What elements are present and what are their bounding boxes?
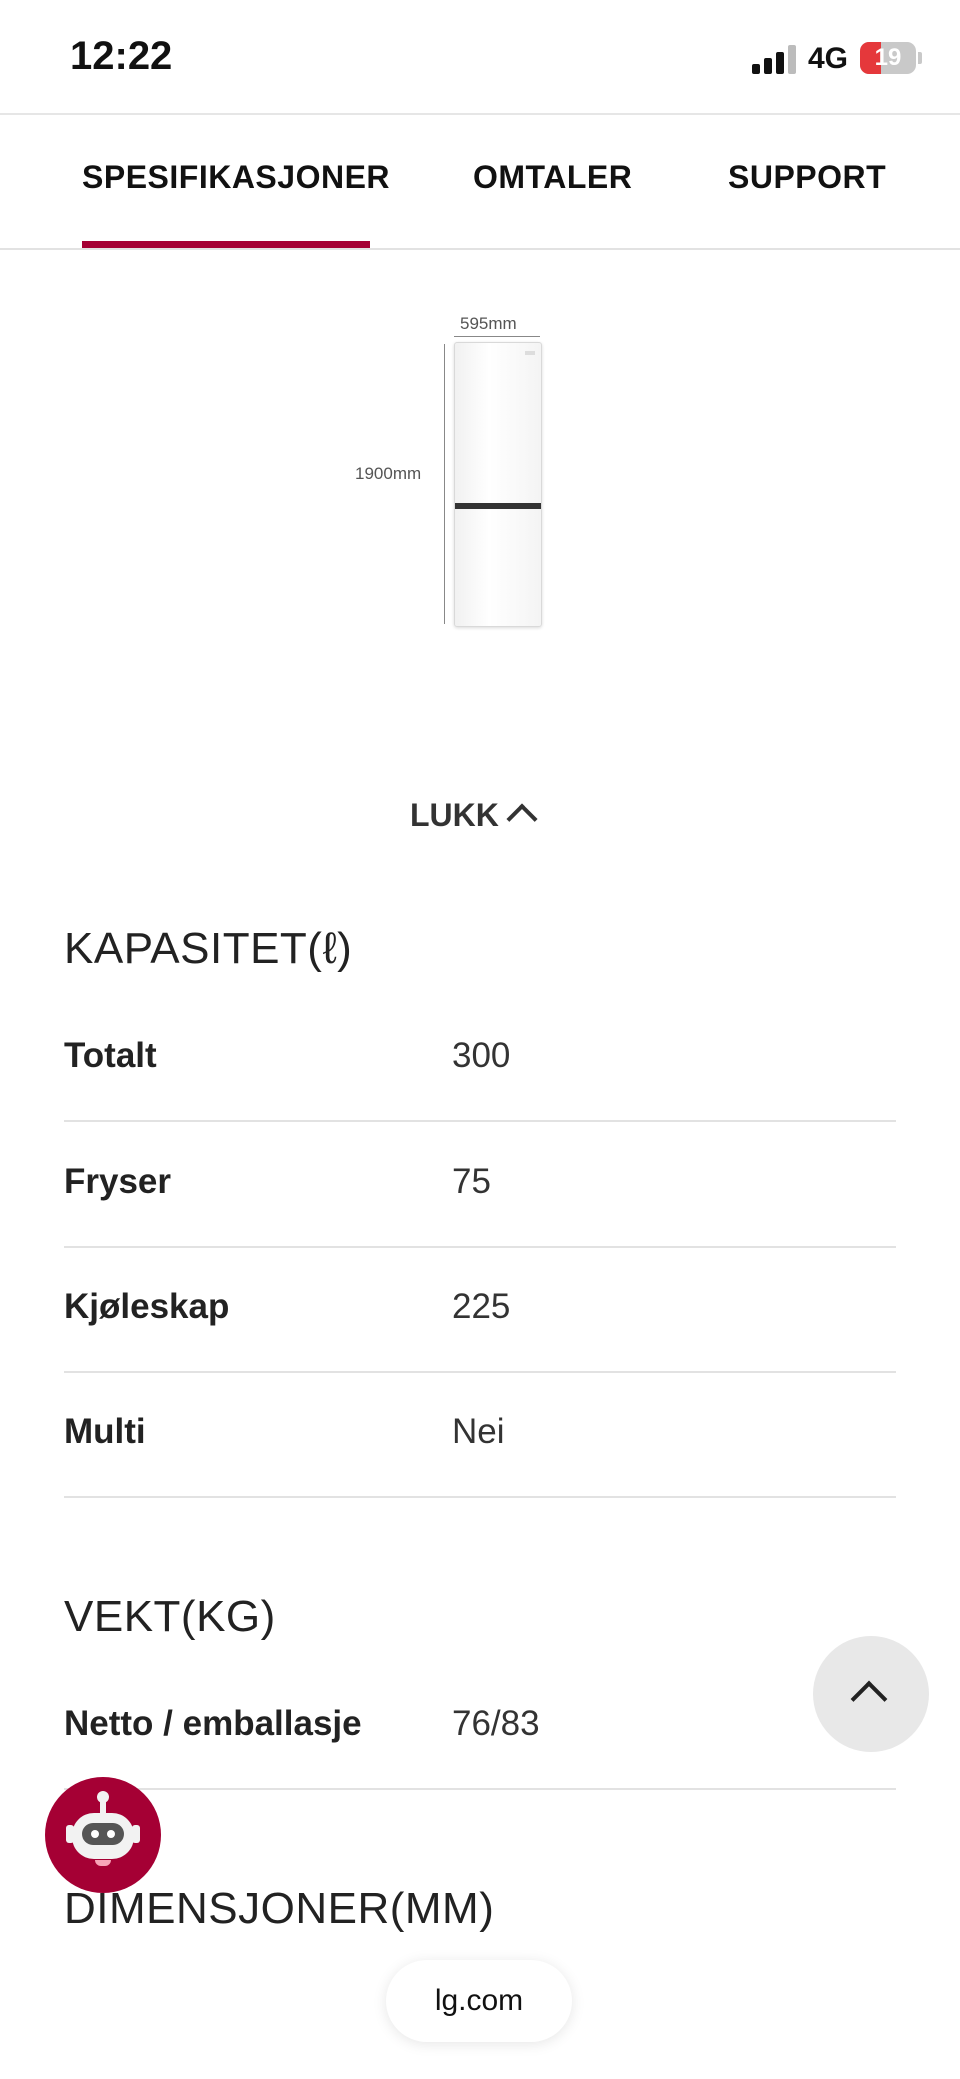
spec-label: Netto / emballasje — [64, 1704, 362, 1743]
spec-row: Multi Nei — [64, 1372, 896, 1498]
close-specs-label: LUKK — [410, 797, 499, 833]
url-bar[interactable]: lg.com — [386, 1960, 572, 2042]
network-type: 4G — [808, 42, 849, 75]
spec-label: Fryser — [64, 1162, 172, 1201]
spec-row: Kjøleskap 225 — [64, 1247, 896, 1373]
spec-value: 75 — [452, 1162, 491, 1201]
spec-value: Nei — [452, 1412, 505, 1451]
robot-mouth — [95, 1860, 111, 1866]
spec-label: Totalt — [64, 1036, 157, 1075]
tab-support[interactable]: SUPPORT — [728, 159, 886, 196]
section-title-dimensjoner: DIMENSJONER(MM) — [64, 1884, 495, 1933]
scroll-to-top-button[interactable] — [813, 1636, 929, 1752]
spec-row: Netto / emballasje 76/83 — [64, 1664, 896, 1790]
robot-antenna — [97, 1791, 109, 1813]
robot-icon — [72, 1813, 134, 1859]
chevron-up-icon — [506, 803, 538, 835]
product-dimension-image: 595mm 1900mm — [350, 310, 550, 630]
chevron-up-icon — [850, 1680, 888, 1718]
spec-row: Fryser 75 — [64, 1122, 896, 1248]
signal-strength-icon — [752, 44, 798, 74]
spec-value: 225 — [452, 1287, 511, 1326]
section-tabs: SPESIFIKASJONER OMTALER SUPPORT — [0, 115, 960, 250]
spec-row: Totalt 300 — [64, 996, 896, 1122]
spec-label: Multi — [64, 1412, 146, 1451]
status-time: 12:22 — [70, 34, 173, 78]
section-title-vekt: VEKT(KG) — [64, 1592, 276, 1641]
close-specs-button[interactable]: LUKK — [410, 797, 538, 835]
height-dimension-line — [444, 344, 445, 624]
status-bar: 12:22 4G 19 — [0, 0, 960, 115]
chatbot-button[interactable] — [45, 1777, 161, 1893]
height-dimension-label: 1900mm — [355, 464, 422, 483]
battery-icon: 19 — [860, 42, 916, 74]
spec-label: Kjøleskap — [64, 1287, 230, 1326]
spec-value: 76/83 — [452, 1704, 540, 1743]
battery-tip — [918, 52, 922, 64]
battery-level: 19 — [874, 44, 902, 71]
active-tab-indicator — [82, 241, 370, 248]
tab-spesifikasjoner[interactable]: SPESIFIKASJONER — [82, 159, 390, 196]
section-title-kapasitet: KAPASITET(ℓ) — [64, 924, 353, 973]
width-dimension-line — [454, 336, 540, 337]
fridge-image — [454, 342, 542, 627]
tab-omtaler[interactable]: OMTALER — [473, 159, 632, 196]
spec-value: 300 — [452, 1036, 511, 1075]
width-dimension-label: 595mm — [460, 314, 517, 333]
